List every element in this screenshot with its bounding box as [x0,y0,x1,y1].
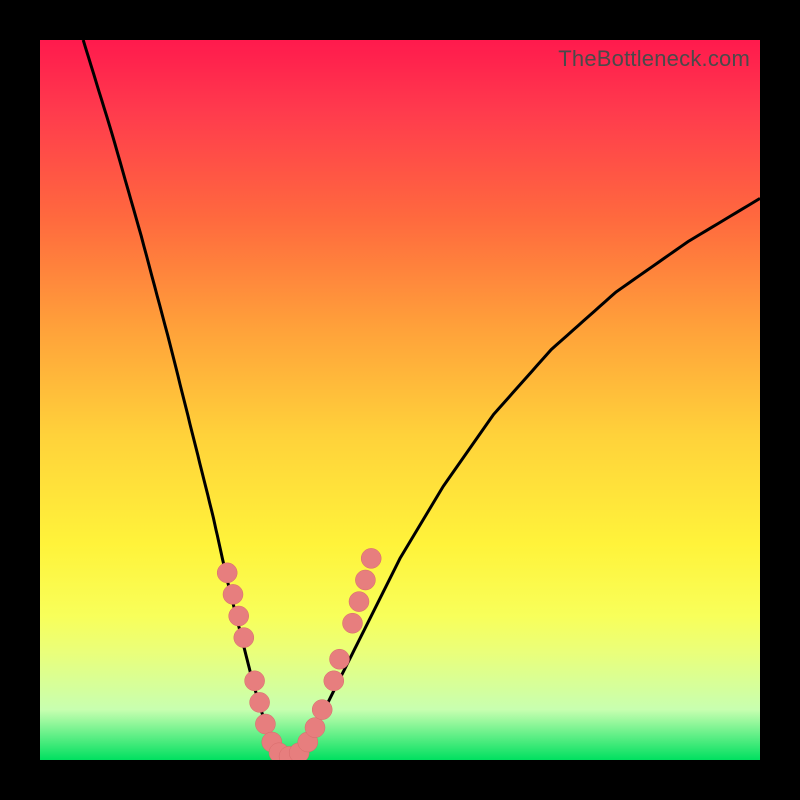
highlight-dot [234,628,254,648]
plot-area: TheBottleneck.com [40,40,760,760]
highlight-dot [255,714,275,734]
highlight-dot [324,671,344,691]
dots-group [217,548,381,760]
highlight-dot [223,584,243,604]
highlight-dot [250,692,270,712]
highlight-dot [305,718,325,738]
chart-svg [40,40,760,760]
highlight-dot [349,592,369,612]
curve-right-branch [285,198,760,760]
highlight-dot [312,700,332,720]
highlight-dot [355,570,375,590]
curve-left-branch [83,40,285,760]
highlight-dot [245,671,265,691]
highlight-dot [330,649,350,669]
highlight-dot [343,613,363,633]
outer-frame: TheBottleneck.com [0,0,800,800]
highlight-dot [217,563,237,583]
curve-group [83,40,760,760]
highlight-dot [229,606,249,626]
highlight-dot [361,548,381,568]
